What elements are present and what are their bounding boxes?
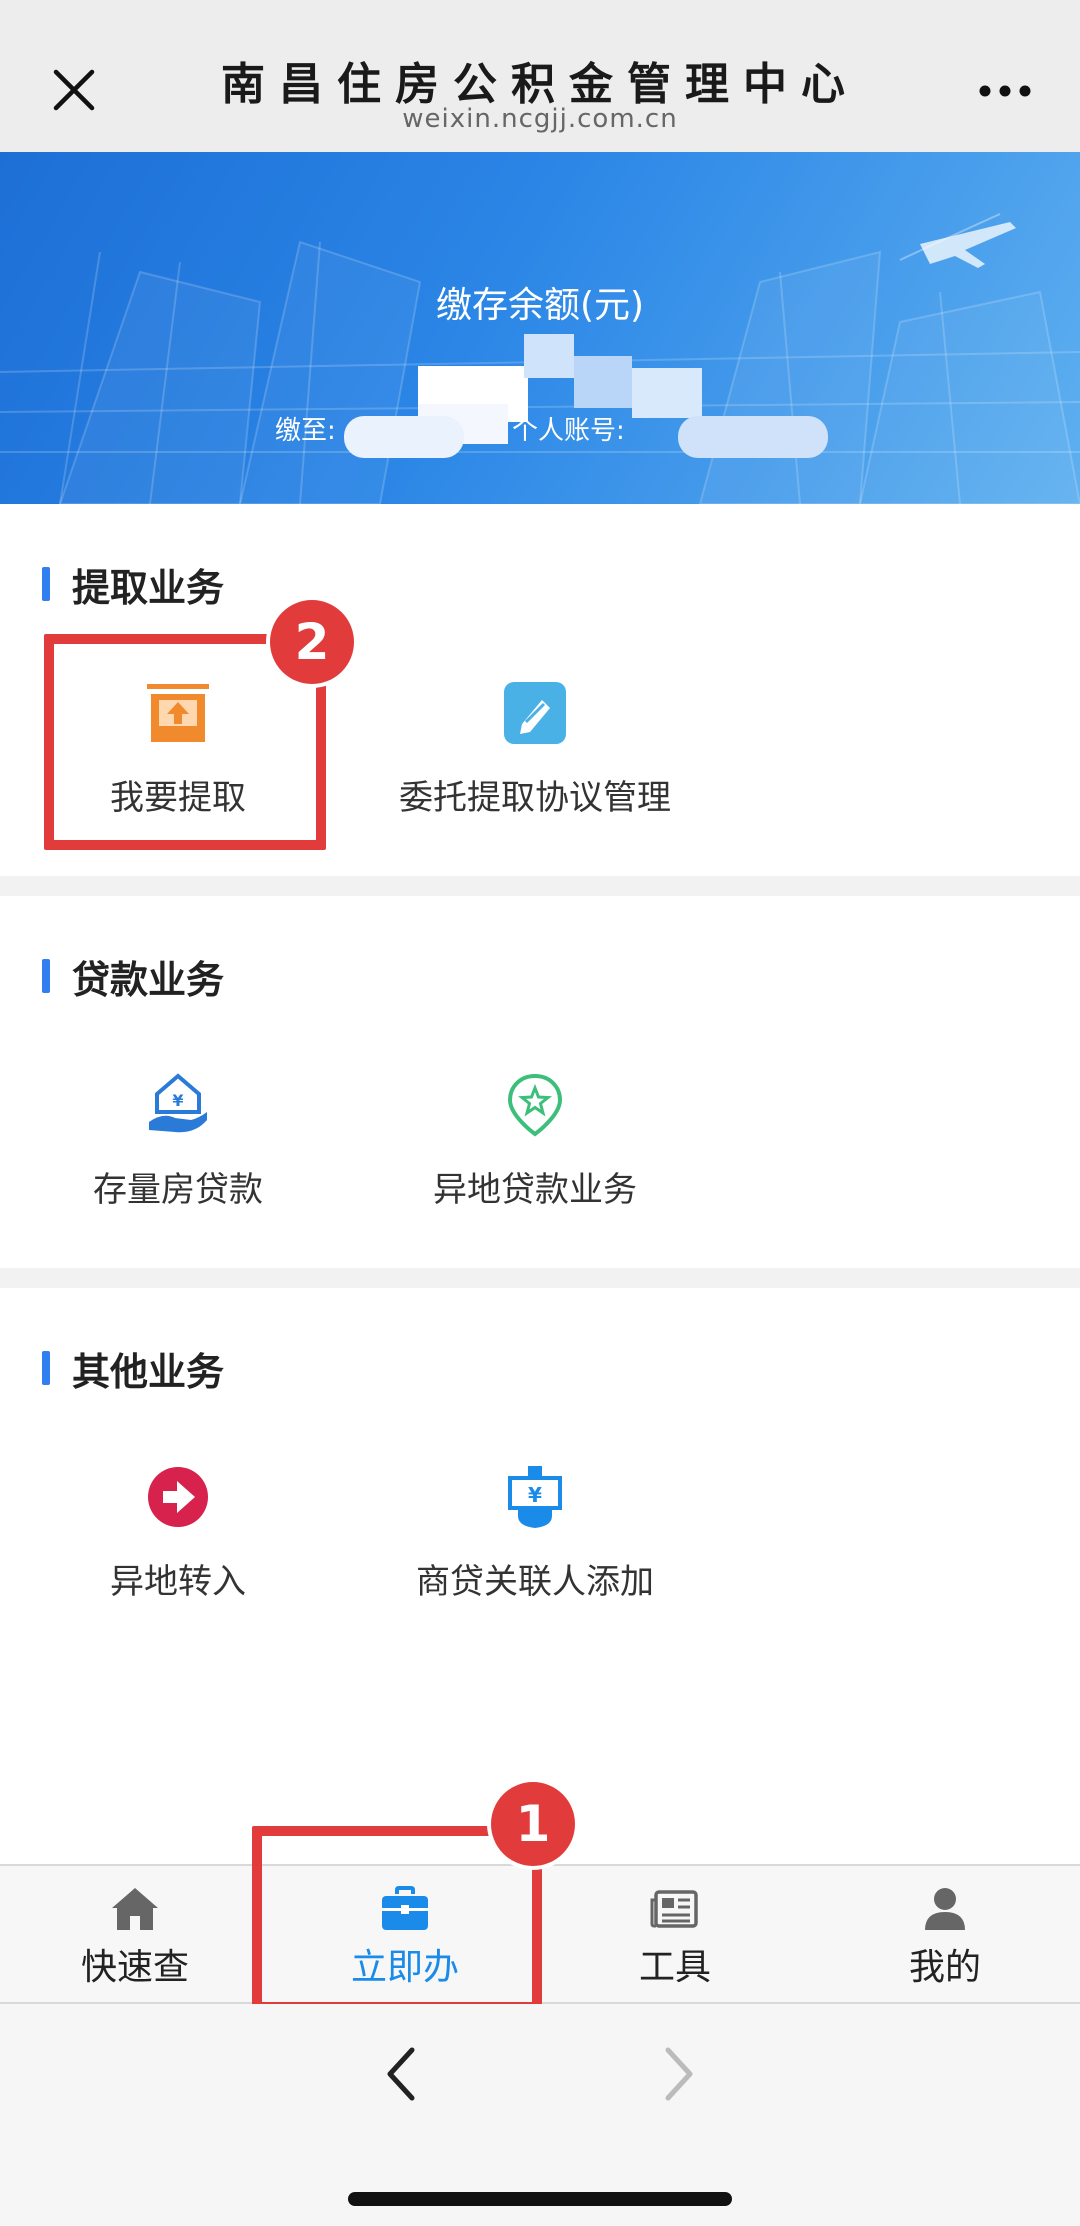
transfer-in-icon [148, 1467, 208, 1527]
back-arrow-icon[interactable] [376, 2044, 426, 2104]
house-loan-icon: ¥ [149, 1073, 207, 1133]
remote-loan-tile[interactable]: 异地贷款业务 [370, 1072, 700, 1242]
user-icon [925, 1888, 965, 1930]
agreement-management-tile[interactable]: 委托提取协议管理 [370, 680, 700, 850]
step-badge-1: 1 [487, 1778, 579, 1870]
tile-label: 异地贷款业务 [433, 1170, 637, 1210]
account-number-label: 个人账号: [512, 416, 625, 446]
page-title: 南昌住房公积金管理中心 [221, 59, 859, 110]
newspaper-icon [650, 1890, 698, 1928]
existing-house-loan-tile[interactable]: ¥ 存量房贷款 [13, 1072, 343, 1242]
more-options-icon[interactable] [976, 76, 1034, 106]
tab-mine[interactable]: 我的 [810, 1866, 1080, 2004]
agreement-edit-icon [504, 682, 566, 744]
balance-banner: 缴存余额(元) 缴至: 个人账号: [0, 152, 1080, 504]
tab-quick-query[interactable]: 快速查 [0, 1866, 270, 2004]
top-navigation-bar: 南昌住房公积金管理中心 weixin.ncgjj.com.cn [0, 0, 1080, 152]
tile-label: 异地转入 [110, 1562, 246, 1602]
loan-section: 贷款业务 ¥ 存量房贷款 异地贷款业务 [0, 896, 1080, 1268]
page-url: weixin.ncgjj.com.cn [402, 104, 678, 134]
tab-tools[interactable]: 工具 [540, 1866, 810, 2004]
paid-until-redacted [344, 416, 464, 458]
tile-label: 商贷关联人添加 [416, 1562, 654, 1602]
section-accent-bar [42, 567, 50, 601]
home-icon [112, 1888, 158, 1930]
tab-label: 我的 [908, 1947, 981, 1988]
forward-arrow-icon[interactable] [654, 2044, 704, 2104]
balance-redacted [574, 356, 632, 408]
remote-transfer-in-tile[interactable]: 异地转入 [13, 1464, 343, 1634]
section-title: 其他业务 [42, 1348, 224, 1394]
svg-text:¥: ¥ [528, 1483, 542, 1507]
balance-label: 缴存余额(元) [435, 285, 645, 326]
svg-text:¥: ¥ [172, 1091, 183, 1110]
balance-redacted [632, 368, 702, 418]
balance-redacted [524, 334, 574, 378]
step-badge-2: 2 [266, 596, 358, 688]
home-indicator[interactable] [348, 2192, 732, 2206]
section-title: 贷款业务 [42, 956, 224, 1002]
commercial-loan-contact-tile[interactable]: ¥ 商贷关联人添加 [370, 1464, 700, 1634]
section-accent-bar [42, 1351, 50, 1385]
tile-label: 委托提取协议管理 [399, 778, 671, 818]
tab-label: 工具 [638, 1947, 711, 1988]
section-accent-bar [42, 959, 50, 993]
tab-label: 快速查 [80, 1947, 189, 1988]
commercial-loan-icon: ¥ [508, 1466, 562, 1528]
section-title: 提取业务 [42, 564, 224, 610]
account-number-redacted [678, 416, 828, 458]
city-skyline-graphic [0, 213, 1080, 504]
location-star-icon [507, 1073, 563, 1137]
paid-until-label: 缴至: [275, 416, 336, 446]
tile-label: 存量房贷款 [93, 1170, 263, 1210]
